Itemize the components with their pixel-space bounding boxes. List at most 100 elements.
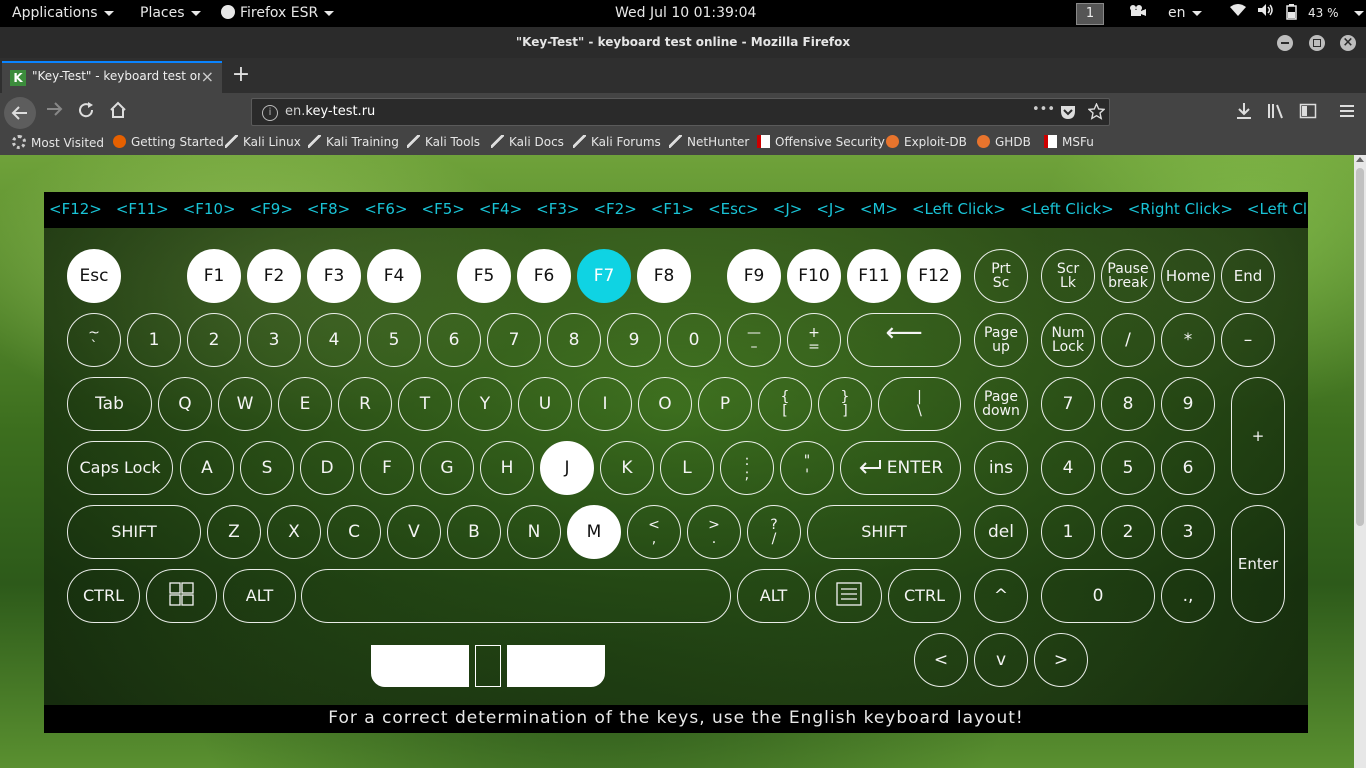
applications-menu[interactable]: Applications [12, 0, 114, 27]
key-comma[interactable]: <, [627, 505, 681, 559]
key-arrow-left[interactable]: < [914, 633, 968, 687]
bookmark-star-icon[interactable] [1087, 102, 1106, 124]
key-arrow-up[interactable]: ^ [974, 569, 1028, 623]
hamburger-menu-icon[interactable] [1337, 102, 1357, 122]
key-p[interactable]: P [698, 377, 752, 431]
key-numpad-3[interactable]: 3 [1161, 505, 1215, 559]
key-f6[interactable]: F6 [517, 249, 571, 303]
key-print-screen[interactable]: Prt Sc [974, 249, 1028, 303]
bookmark-kali-docs[interactable]: Kali Docs [491, 135, 564, 149]
scrollbar-thumb[interactable] [1356, 168, 1364, 526]
bookmark-kali-tools[interactable]: Kali Tools [407, 135, 480, 149]
close-window-button[interactable]: × [1340, 35, 1356, 51]
key-numpad-8[interactable]: 8 [1101, 377, 1155, 431]
downloads-icon[interactable] [1234, 102, 1254, 122]
key-6[interactable]: 6 [427, 313, 481, 367]
key-insert[interactable]: ins [974, 441, 1028, 495]
key-minus[interactable]: — – [727, 313, 781, 367]
key-backslash[interactable]: | \ [878, 377, 961, 431]
key-numpad-enter[interactable]: Enter [1231, 505, 1285, 623]
key-j[interactable]: J [540, 441, 594, 495]
key-home[interactable]: Home [1161, 249, 1215, 303]
bookmark-offensive-security[interactable]: Offensive Security [757, 135, 885, 149]
key-q[interactable]: Q [158, 377, 212, 431]
key-h[interactable]: H [480, 441, 534, 495]
key-right-bracket[interactable]: }] [818, 377, 872, 431]
key-equals[interactable]: + = [787, 313, 841, 367]
key-context-menu[interactable] [815, 569, 882, 623]
key-numpad-4[interactable]: 4 [1041, 441, 1095, 495]
key-numpad-6[interactable]: 6 [1161, 441, 1215, 495]
bookmark-msfu[interactable]: MSFu [1044, 135, 1094, 149]
key-enter[interactable]: ENTER [840, 441, 961, 495]
key-left-bracket[interactable]: {[ [758, 377, 812, 431]
back-button[interactable] [4, 97, 36, 129]
key-arrow-right[interactable]: > [1034, 633, 1088, 687]
key-f[interactable]: F [360, 441, 414, 495]
key-f1[interactable]: F1 [187, 249, 241, 303]
key-m[interactable]: M [567, 505, 621, 559]
battery-icon[interactable] [1285, 0, 1299, 27]
key-left-alt[interactable]: ALT [223, 569, 296, 623]
key-f3[interactable]: F3 [307, 249, 361, 303]
key-delete[interactable]: del [974, 505, 1028, 559]
key-right-alt[interactable]: ALT [737, 569, 810, 623]
key-y[interactable]: Y [458, 377, 512, 431]
bookmark-ghdb[interactable]: GHDB [977, 135, 1031, 149]
mouse-wheel[interactable] [475, 645, 501, 687]
key-2[interactable]: 2 [187, 313, 241, 367]
bookmark-kali-training[interactable]: Kali Training [308, 135, 399, 149]
key-9[interactable]: 9 [607, 313, 661, 367]
key-d[interactable]: D [300, 441, 354, 495]
url-bar[interactable]: i en.key-test.ru ••• [251, 98, 1110, 126]
volume-icon[interactable] [1257, 0, 1275, 27]
key-left-ctrl[interactable]: CTRL [67, 569, 140, 623]
key-t[interactable]: T [398, 377, 452, 431]
forward-button[interactable] [42, 101, 66, 125]
key-k[interactable]: K [600, 441, 654, 495]
key-f9[interactable]: F9 [727, 249, 781, 303]
key-1[interactable]: 1 [127, 313, 181, 367]
key-0[interactable]: 0 [667, 313, 721, 367]
key-f7[interactable]: F7 [577, 249, 631, 303]
maximize-button[interactable] [1309, 35, 1325, 51]
key-right-ctrl[interactable]: CTRL [888, 569, 961, 623]
mouse-left-button[interactable] [371, 645, 469, 687]
key-u[interactable]: U [518, 377, 572, 431]
wifi-icon[interactable] [1229, 0, 1247, 27]
key-arrow-down[interactable]: v [974, 633, 1028, 687]
library-icon[interactable] [1266, 102, 1286, 122]
key-i[interactable]: I [578, 377, 632, 431]
key-tilde[interactable]: ~ ` [67, 313, 121, 367]
key-a[interactable]: A [180, 441, 234, 495]
key-4[interactable]: 4 [307, 313, 361, 367]
key-f5[interactable]: F5 [457, 249, 511, 303]
key-8[interactable]: 8 [547, 313, 601, 367]
home-button[interactable] [106, 101, 130, 125]
key-numpad-slash[interactable]: / [1101, 313, 1155, 367]
key-e[interactable]: E [278, 377, 332, 431]
key-quote[interactable]: " ' [780, 441, 834, 495]
bookmark-getting-started[interactable]: Getting Started [113, 135, 224, 149]
key-page-down[interactable]: Page down [974, 377, 1028, 431]
close-tab-icon[interactable]: × [201, 67, 214, 86]
sidebar-icon[interactable] [1298, 102, 1318, 122]
key-f2[interactable]: F2 [247, 249, 301, 303]
key-numpad-1[interactable]: 1 [1041, 505, 1095, 559]
pocket-icon[interactable] [1060, 104, 1076, 124]
key-f4[interactable]: F4 [367, 249, 421, 303]
key-period[interactable]: >. [687, 505, 741, 559]
key-f12[interactable]: F12 [907, 249, 961, 303]
bookmark-exploit-db[interactable]: Exploit-DB [886, 135, 967, 149]
key-numpad-2[interactable]: 2 [1101, 505, 1155, 559]
page-actions-icon[interactable]: ••• [1032, 102, 1055, 117]
bookmark-kali-forums[interactable]: Kali Forums [573, 135, 661, 149]
key-numpad-9[interactable]: 9 [1161, 377, 1215, 431]
key-numpad-minus[interactable]: – [1221, 313, 1275, 367]
key-r[interactable]: R [338, 377, 392, 431]
system-menu[interactable] [1348, 0, 1364, 27]
key-n[interactable]: N [507, 505, 561, 559]
reload-button[interactable] [74, 101, 98, 125]
key-b[interactable]: B [447, 505, 501, 559]
key-numpad-dot[interactable]: ., [1161, 569, 1215, 623]
